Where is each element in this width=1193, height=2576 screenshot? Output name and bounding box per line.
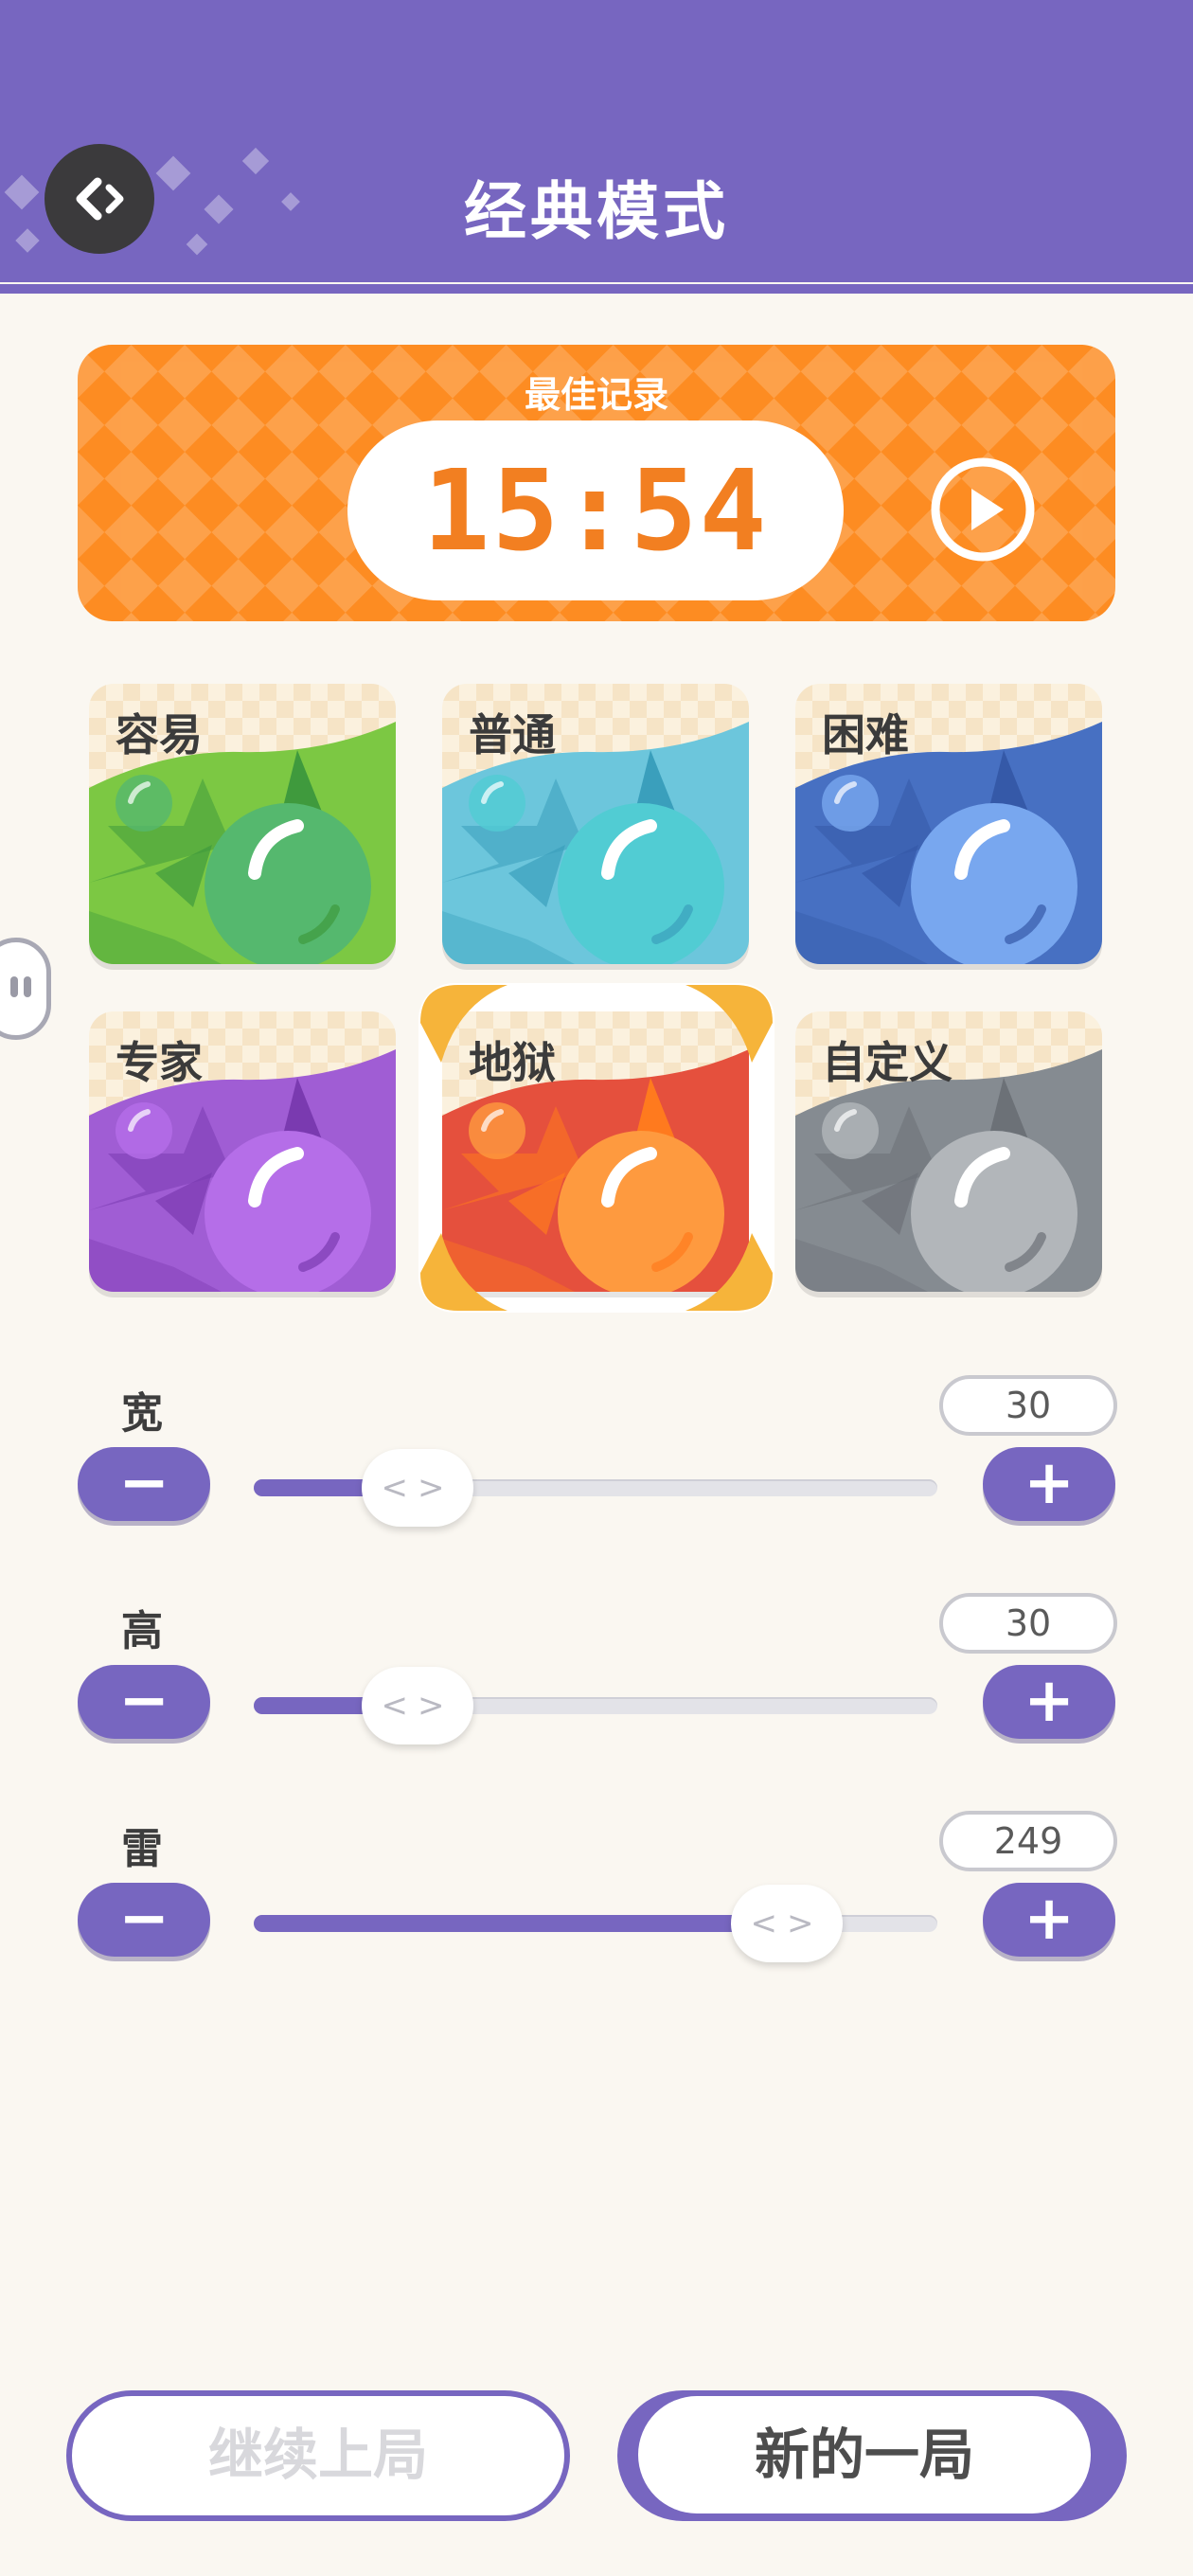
difficulty-label: 容易	[116, 709, 203, 760]
selection-corner-icon	[420, 985, 773, 1311]
plus-button[interactable]: +	[983, 1665, 1115, 1739]
minus-button[interactable]: −	[78, 1883, 210, 1957]
slider-label: 宽	[121, 1389, 163, 1438]
slider-value-field[interactable]: 30	[939, 1593, 1117, 1654]
new-game-label: 新的一局	[638, 2396, 1091, 2513]
minus-button[interactable]: −	[78, 1447, 210, 1521]
slider-label: 雷	[121, 1825, 163, 1873]
difficulty-label: 自定义	[822, 1037, 953, 1088]
difficulty-label: 困难	[822, 709, 909, 760]
best-time-value: 15:54	[422, 445, 769, 576]
difficulty-label: 专家	[116, 1037, 203, 1088]
slider-track[interactable]	[254, 1479, 937, 1496]
replay-play-icon[interactable]	[928, 455, 1038, 564]
best-record-panel: 最佳记录 15:54	[78, 345, 1115, 621]
header-bar: 经典模式	[0, 0, 1193, 282]
difficulty-card-2[interactable]: 困难	[795, 684, 1102, 964]
header-divider	[0, 284, 1193, 294]
difficulty-card-3[interactable]: 专家	[89, 1011, 396, 1292]
continue-game-button[interactable]: 继续上局	[66, 2390, 570, 2521]
slider-fill	[254, 1915, 787, 1932]
new-game-button[interactable]: 新的一局	[617, 2390, 1127, 2521]
slider-value-field[interactable]: 249	[939, 1811, 1117, 1871]
difficulty-card-5[interactable]: 自定义	[795, 1011, 1102, 1292]
slider-track[interactable]	[254, 1697, 937, 1714]
slider-value-field[interactable]: 30	[939, 1375, 1117, 1436]
slider-thumb[interactable]: <>	[362, 1449, 473, 1527]
difficulty-card-0[interactable]: 容易	[89, 684, 396, 964]
difficulty-card-1[interactable]: 普通	[442, 684, 749, 964]
best-time-display: 15:54	[347, 420, 844, 600]
plus-button[interactable]: +	[983, 1447, 1115, 1521]
handle-grip-icon	[10, 976, 31, 997]
slider-thumb[interactable]: <>	[731, 1885, 843, 1962]
plus-button[interactable]: +	[983, 1883, 1115, 1957]
best-record-label: 最佳记录	[524, 374, 668, 416]
side-drawer-handle[interactable]	[0, 938, 51, 1040]
difficulty-label: 普通	[469, 709, 556, 760]
page-title: 经典模式	[464, 175, 729, 248]
minus-button[interactable]: −	[78, 1665, 210, 1739]
slider-label: 高	[121, 1607, 163, 1655]
slider-thumb[interactable]: <>	[362, 1667, 473, 1744]
